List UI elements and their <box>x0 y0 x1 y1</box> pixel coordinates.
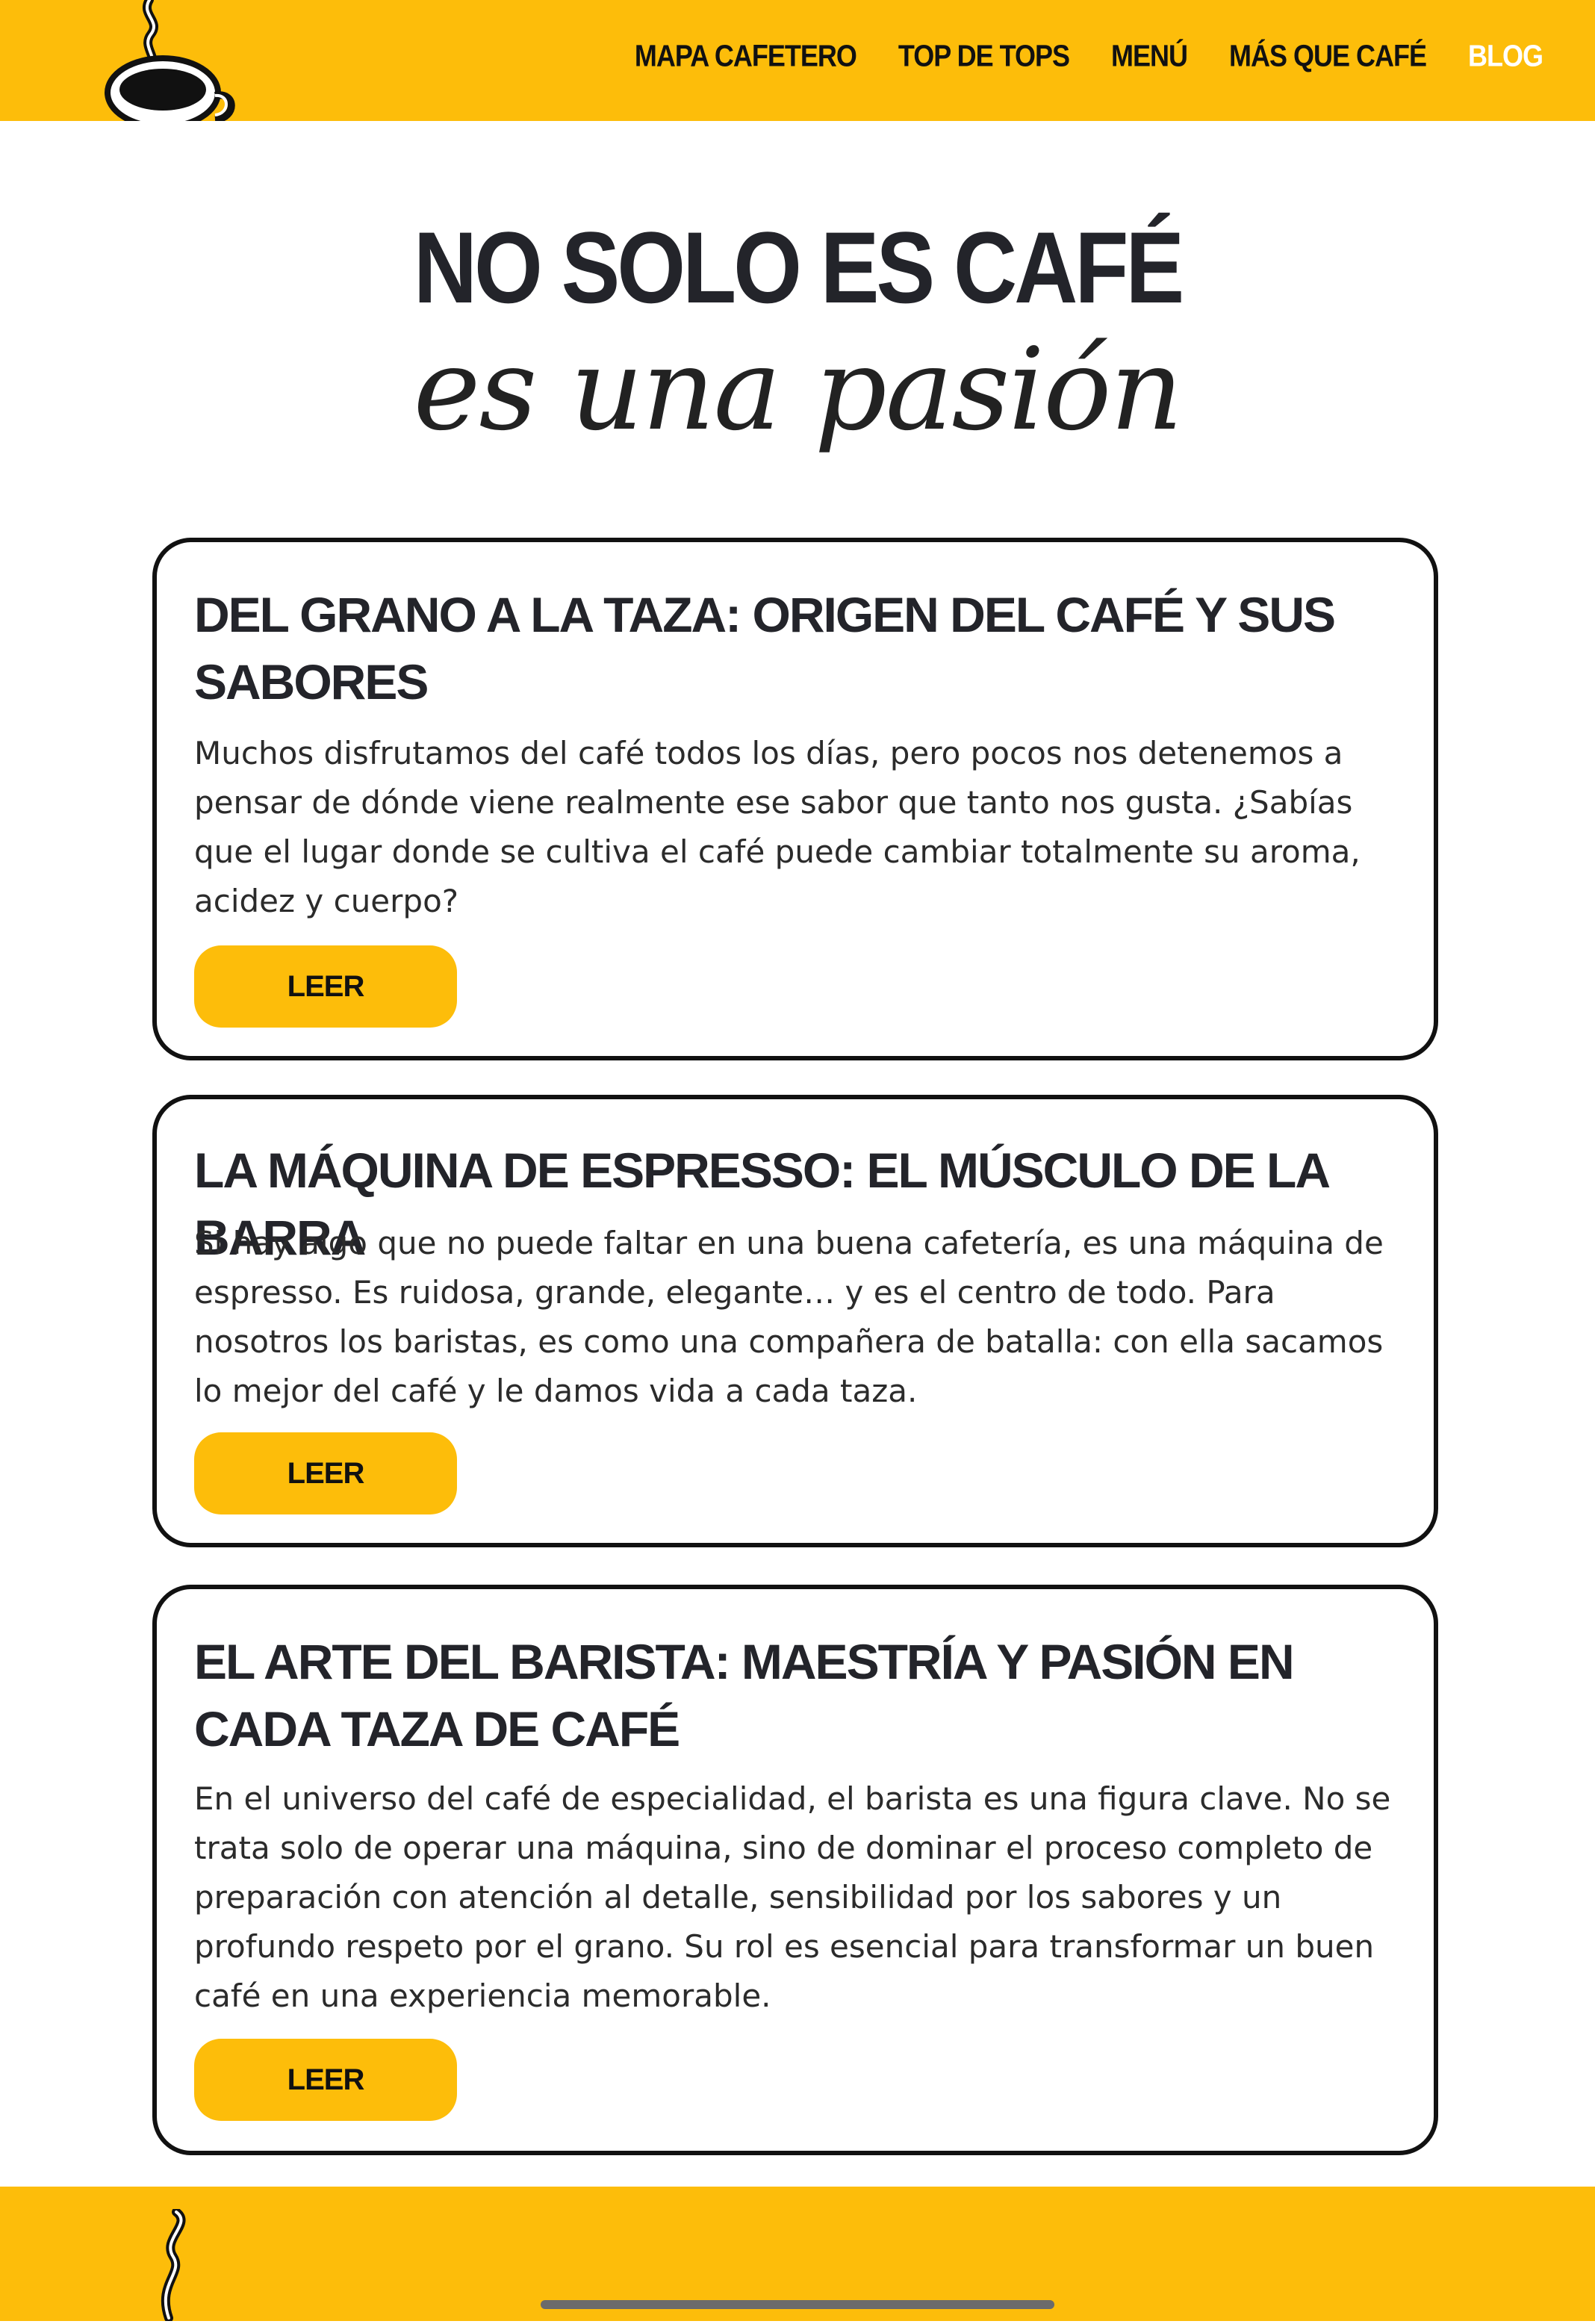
nav-mapa-cafetero[interactable]: MAPA CAFETERO <box>635 38 857 73</box>
post-excerpt: Muchos disfrutamos del café todos los dí… <box>194 735 1361 919</box>
nav-top-de-tops[interactable]: TOP DE TOPS <box>898 38 1070 73</box>
home-indicator <box>541 2300 1054 2309</box>
blog-post-card: EL ARTE DEL BARISTA: MAESTRÍA Y PASIÓN E… <box>152 1585 1438 2155</box>
read-button[interactable]: LEER <box>194 2039 457 2121</box>
blog-post-card: LA MÁQUINA DE ESPRESSO: EL MÚSCULO DE LA… <box>152 1095 1438 1547</box>
post-excerpt: En el universo del café de especialidad,… <box>194 1780 1391 2014</box>
nav-blog[interactable]: BLOG <box>1468 38 1543 73</box>
coffee-cup-icon[interactable] <box>88 0 245 121</box>
blog-post-card: DEL GRANO A LA TAZA: ORIGEN DEL CAFÉ Y S… <box>152 538 1438 1060</box>
post-title[interactable]: EL ARTE DEL BARISTA: MAESTRÍA Y PASIÓN E… <box>194 1628 1352 1762</box>
nav-menu[interactable]: MENÚ <box>1111 38 1188 73</box>
page-title: NO SOLO ES CAFÉ <box>413 211 1184 325</box>
main-nav: MAPA CAFETERO TOP DE TOPS MENÚ MÁS QUE C… <box>635 38 1543 73</box>
site-header: MAPA CAFETERO TOP DE TOPS MENÚ MÁS QUE C… <box>0 0 1595 121</box>
post-excerpt: Si hay algo que no puede faltar en una b… <box>194 1225 1384 1409</box>
read-button[interactable]: LEER <box>194 1432 457 1514</box>
page-subtitle: es una pasión <box>413 323 1184 456</box>
post-title[interactable]: DEL GRANO A LA TAZA: ORIGEN DEL CAFÉ Y S… <box>194 581 1352 715</box>
nav-mas-que-cafe[interactable]: MÁS QUE CAFÉ <box>1229 38 1427 73</box>
read-button[interactable]: LEER <box>194 945 457 1028</box>
steam-icon <box>146 2208 199 2323</box>
